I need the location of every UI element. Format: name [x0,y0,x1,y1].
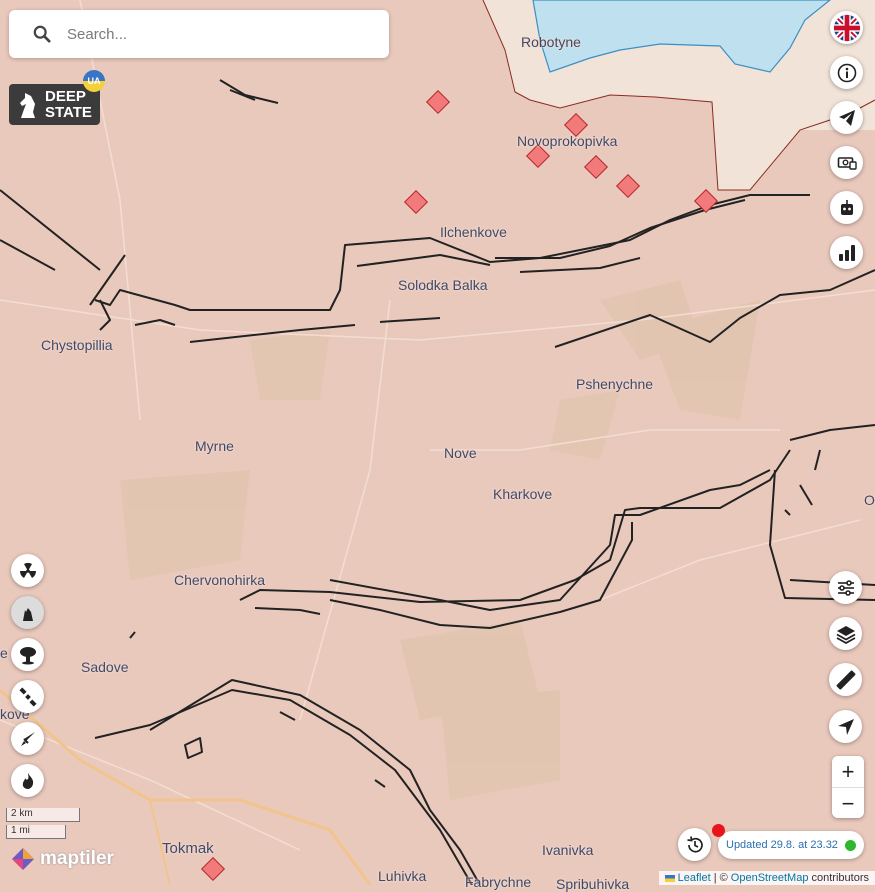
leaflet-link[interactable]: Leaflet [678,872,711,884]
explosion-button[interactable] [11,638,44,671]
nuclear-button[interactable] [11,554,44,587]
place-label-tokmak: Tokmak [162,840,214,857]
maptiler-text: maptiler [40,848,114,869]
place-label-ilchenkove: Ilchenkove [440,224,507,240]
attribution-contributors: contributors [811,872,869,884]
filters-button[interactable] [829,571,862,604]
ua-badge: UA [83,70,105,92]
place-label-edge-o: O [864,492,875,508]
place-label-kharkove: Kharkove [493,486,553,502]
history-icon [686,835,703,853]
ruler-icon [836,670,855,689]
maptiler-icon [12,848,34,870]
layers-icon [836,625,855,644]
bar-chart-icon [838,244,855,261]
fire-button[interactable] [11,764,44,797]
place-label-pshenychne: Pshenychne [576,376,654,392]
robot-icon [840,199,853,215]
scale-km: 2 km [6,808,80,822]
place-label-fabrychne: Fabrychne [465,874,532,890]
place-label-chystopillia: Chystopillia [41,337,113,353]
missile-icon [20,731,35,746]
search-icon [33,25,51,43]
ruler-button[interactable] [829,663,862,696]
logo-line-2: STATE [45,103,92,121]
alert-indicator [712,824,725,837]
logo-line-1: DEEP [45,87,86,105]
update-status[interactable]: Updated 29.8. at 23.32 [718,831,864,859]
place-label-spribuhivka: Spribuhivka [556,876,630,892]
live-indicator [845,840,856,851]
mushroom-cloud-icon [19,646,36,664]
satellite-button[interactable] [11,680,44,713]
locate-button[interactable] [829,710,862,743]
fortification-button[interactable] [11,596,44,629]
language-button[interactable] [830,11,863,44]
search-input[interactable] [65,24,359,44]
radiation-icon [19,562,36,578]
donate-icon [837,156,857,170]
zoom-out-button[interactable]: − [832,788,864,819]
place-label-solodka-balka: Solodka Balka [398,277,488,293]
zoom-in-button[interactable]: + [832,756,864,788]
layers-button[interactable] [829,617,862,650]
fortification-icon [22,607,33,621]
bot-button[interactable] [830,191,863,224]
fire-icon [22,772,33,789]
place-label-sadove: Sadove [81,659,129,675]
telegram-icon [838,109,855,126]
update-status-text: Updated 29.8. at 23.32 [726,839,838,851]
uk-flag-icon [833,14,860,41]
place-label-nove: Nove [444,445,477,461]
deepstate-logo[interactable]: DEEP STATE UA [9,70,105,125]
satellite-icon [18,686,37,707]
navigation-arrow-icon [837,718,854,735]
attribution-separator: | © [713,872,728,884]
info-button[interactable] [830,56,863,89]
place-label-chervonohirka: Chervonohirka [174,572,266,588]
place-label-edge-e: e [0,645,8,661]
stats-button[interactable] [830,236,863,269]
place-label-ivanivka: Ivanivka [542,842,594,858]
donate-button[interactable] [830,146,863,179]
telegram-button[interactable] [830,101,863,134]
ukraine-flag-icon [664,874,675,882]
map-canvas[interactable] [0,0,875,885]
place-label-robotyne: Robotyne [521,34,581,50]
zoom-control: + − [832,756,864,818]
logo-text: DEEP STATE [45,87,92,121]
sliders-icon [837,579,854,596]
scale-mi: 1 mi [6,825,66,839]
info-icon [837,63,856,82]
maptiler-logo[interactable]: maptiler [10,846,114,872]
missile-button[interactable] [11,722,44,755]
place-label-myrne: Myrne [195,438,234,454]
chess-knight-icon [20,92,35,118]
history-button[interactable] [678,828,711,861]
attribution: Leaflet | © OpenStreetMap contributors [658,871,875,885]
search-bar[interactable] [9,10,389,58]
osm-link[interactable]: OpenStreetMap [731,872,809,884]
place-label-luhivka: Luhivka [378,868,427,884]
place-label-novoprokopivka: Novoprokopivka [517,133,618,149]
